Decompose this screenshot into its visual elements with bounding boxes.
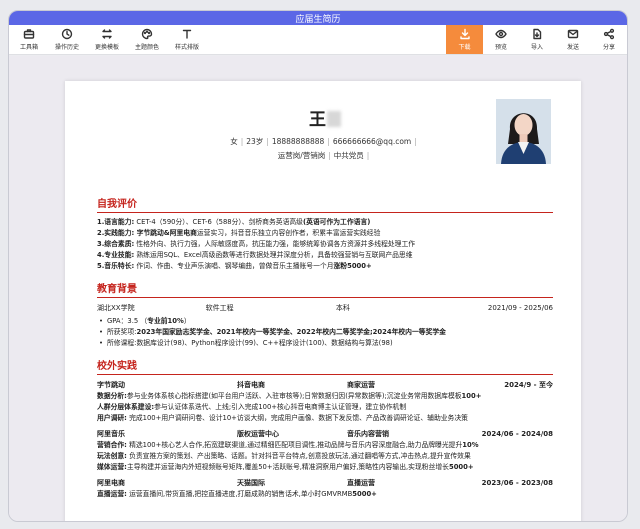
toolbox-button[interactable]: 工具箱 bbox=[11, 25, 47, 54]
practice-section[interactable]: 校外实践 字节跳动 抖音电商 商家运营 2024/9 - 至今 数据分析:参与业务体系… bbox=[97, 357, 553, 500]
section-title: 校外实践 bbox=[97, 357, 553, 375]
download-label: 下载 bbox=[458, 44, 471, 51]
target-position: 运营岗/营销岗 bbox=[277, 151, 326, 160]
resume-header: 王 女 | 23岁 | 18888888888 | 666666666@qq.com | 运营… bbox=[97, 99, 553, 193]
section-title: 教育背景 bbox=[97, 280, 553, 298]
window-title: 应届生简历 bbox=[295, 14, 341, 25]
template-icon bbox=[102, 29, 112, 39]
change-template-button[interactable]: 更换模板 bbox=[87, 25, 127, 54]
job-detail: 用户调研: 完成100+用户调研问卷、设计10+访谈大纲，完成用户画像、数据下发… bbox=[97, 414, 468, 422]
job-header: 阿里音乐 版权运营中心 音乐内容营销 2024/06 - 2024/08 bbox=[97, 430, 553, 438]
title-bar: 应届生简历 bbox=[9, 11, 627, 25]
self-eval-item: 2.实践能力: 字节跳动&阿里电商运营实习，抖音音乐独立内容创作者，积累丰富运营… bbox=[97, 229, 381, 237]
share-icon bbox=[603, 28, 615, 40]
self-eval-item: 5.音乐特长: 作词、作曲、专业声乐演唱、钢琴编曲，曾做音乐主播账号一个月涨粉5… bbox=[97, 262, 372, 270]
major: 软件工程 bbox=[205, 304, 234, 312]
email: 666666666@qq.com bbox=[332, 137, 412, 146]
profile-photo[interactable] bbox=[496, 99, 551, 164]
education-section[interactable]: 教育背景 湖北XX学院 软件工程 本科 2021/09 - 2025/06 GP… bbox=[97, 280, 553, 349]
share-label: 分享 bbox=[602, 44, 615, 51]
school: 湖北XX学院 bbox=[97, 304, 135, 312]
history-icon bbox=[61, 28, 73, 40]
share-button[interactable]: 分享 bbox=[591, 25, 627, 54]
editor-canvas[interactable]: 王 女 | 23岁 | 18888888888 | 666666666@qq.com | 运营… bbox=[9, 56, 627, 521]
job-header: 字节跳动 抖音电商 商家运营 2024/9 - 至今 bbox=[97, 381, 553, 389]
section-title: 自我评价 bbox=[97, 195, 553, 213]
portrait-image bbox=[496, 99, 551, 164]
self-eval-item: 4.专业技能: 熟练运用SQL、Excel高级函数等进行数据处理并深度分析，具备… bbox=[97, 251, 413, 259]
download-button[interactable]: 下载 bbox=[446, 25, 483, 54]
send-button[interactable]: 发送 bbox=[555, 25, 591, 54]
toolbox-label: 工具箱 bbox=[19, 44, 38, 51]
phone: 18888888888 bbox=[271, 137, 325, 146]
education-row: 湖北XX学院 软件工程 本科 2021/09 - 2025/06 bbox=[97, 302, 553, 314]
import-label: 导入 bbox=[530, 44, 543, 51]
education-bullet: 所获奖项:2023年国家励志奖学金、2021年校内一等奖学金、2022年校内二等… bbox=[97, 327, 553, 338]
download-icon bbox=[459, 28, 470, 40]
style-layout-button[interactable]: 样式排版 bbox=[167, 25, 207, 54]
age: 23岁 bbox=[246, 137, 264, 146]
theme-color-label: 主题颜色 bbox=[134, 44, 159, 51]
degree: 本科 bbox=[335, 304, 350, 312]
political-status: 中共党员 bbox=[333, 151, 364, 160]
job-detail: 玩法创意: 负责宣推方案的策划、产出策略、话题。针对抖音平台特点,创意投放玩法,… bbox=[97, 452, 471, 460]
basic-info-line-2[interactable]: 运营岗/营销岗 | 中共党员 | bbox=[97, 150, 553, 161]
job-detail: 营销合作: 精选100+核心艺人合作,拓宽建联渠道,通过精细匹配项目调性,推动品… bbox=[97, 441, 479, 449]
job-detail: 数据分析:参与业务体系核心指标搭建(如平台用户活跃、入驻审核等);日常数据归因(… bbox=[97, 392, 482, 400]
resume-page[interactable]: 王 女 | 23岁 | 18888888888 | 666666666@qq.com | 运营… bbox=[65, 81, 581, 521]
self-evaluation-section[interactable]: 自我评价 1.语言能力: CET-4（590分）、CET-6（588分）、剑桥商… bbox=[97, 195, 553, 272]
job-detail: 直播运营: 运营直播间,带货直播,把控直播进度,打磨成熟的销售话术,单小时GMV… bbox=[97, 490, 377, 498]
toolbox-icon bbox=[23, 29, 35, 39]
self-eval-item: 3.综合素质: 性格外向、执行力强，人际敏感度高，抗压能力强，能够统筹协调各方资… bbox=[97, 240, 416, 248]
basic-info-line-1[interactable]: 女 | 23岁 | 18888888888 | 666666666@qq.com | bbox=[97, 136, 553, 147]
send-icon bbox=[567, 29, 579, 39]
history-button[interactable]: 操作历史 bbox=[47, 25, 87, 54]
send-label: 发送 bbox=[566, 44, 579, 51]
toolbar: 工具箱 操作历史 更换模板 主题颜色 样式排版 下载 预览 导入 发送 分享 bbox=[9, 25, 627, 55]
eye-icon bbox=[495, 29, 507, 39]
gender: 女 bbox=[230, 137, 238, 146]
job-detail: 媒体运营:主导构建并运营海内外短视频账号矩阵,覆盖50+活跃账号,精准洞察用户偏… bbox=[97, 463, 474, 471]
name-redaction bbox=[327, 111, 341, 127]
education-bullet: 所修课程:数据库设计(98)、Python程序设计(99)、C++程序设计(10… bbox=[97, 338, 553, 349]
period: 2021/09 - 2025/06 bbox=[487, 304, 554, 312]
name-row: 王 bbox=[97, 105, 553, 130]
job-detail: 人群分层体系建设:参与认证体系迭代、上线;引入完成100+核心抖音电商博主认证管… bbox=[97, 403, 407, 411]
import-button[interactable]: 导入 bbox=[519, 25, 555, 54]
import-icon bbox=[533, 28, 542, 40]
self-eval-item: 1.语言能力: CET-4（590分）、CET-6（588分）、剑桥商务英语高级… bbox=[97, 218, 371, 226]
job-header: 阿里电商 天猫国际 直播运营 2023/06 - 2023/08 bbox=[97, 479, 553, 487]
education-bullet: GPA：3.5 （专业前10%） bbox=[97, 316, 553, 327]
app-window: 应届生简历 工具箱 操作历史 更换模板 主题颜色 样式排版 下载 预览 导入 发… bbox=[8, 10, 628, 522]
text-style-icon bbox=[182, 29, 192, 39]
style-layout-label: 样式排版 bbox=[174, 44, 199, 51]
candidate-name[interactable]: 王 bbox=[309, 110, 327, 130]
theme-color-button[interactable]: 主题颜色 bbox=[127, 25, 167, 54]
preview-button[interactable]: 预览 bbox=[483, 25, 519, 54]
history-label: 操作历史 bbox=[54, 44, 79, 51]
change-template-label: 更换模板 bbox=[94, 44, 119, 51]
palette-icon bbox=[141, 28, 153, 40]
preview-label: 预览 bbox=[494, 44, 507, 51]
